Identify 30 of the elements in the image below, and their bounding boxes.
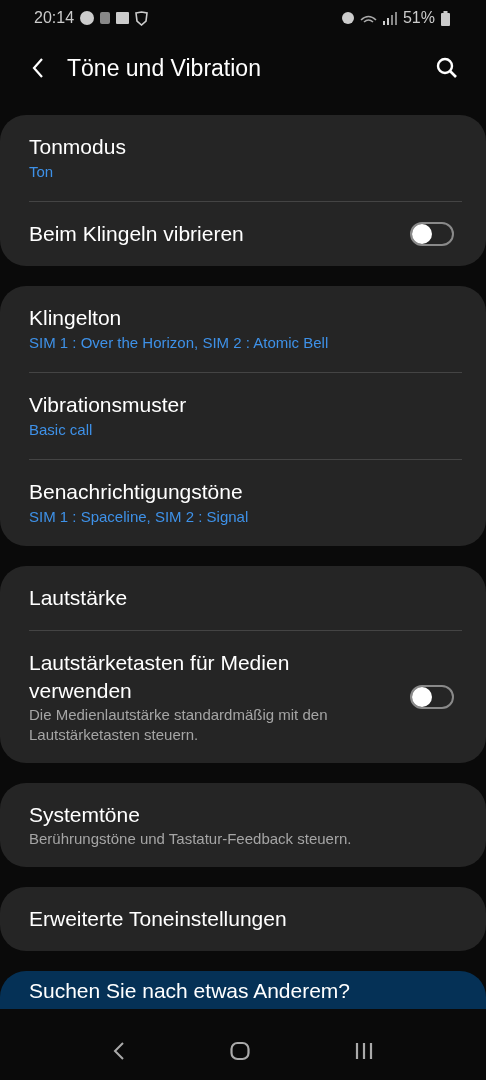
shield-icon [135,10,149,26]
setting-title[interactable]: Benachrichtigungstöne [29,478,434,506]
wifi-icon [359,13,377,23]
setting-title[interactable]: Beim Klingeln vibrieren [29,220,390,248]
back-icon[interactable] [112,1041,125,1061]
status-time: 20:14 [34,9,75,27]
back-icon[interactable] [31,57,45,79]
setting-value: Basic call [29,420,94,440]
setting-title[interactable]: Lautstärketasten für Medien verwenden [29,649,390,705]
toggle-switch[interactable] [410,685,454,709]
setting-title[interactable]: Systemtöne [29,801,434,829]
setting-value: SIM 1 : Over the Horizon, SIM 2 : Atomic Bell [29,333,330,353]
setting-value: SIM 1 : Spaceline, SIM 2 : Signal [29,507,250,527]
suggestion-title: Suchen Sie nach etwas Anderem? [29,978,352,1004]
setting-value: Ton [29,162,55,182]
page-title: Töne und Vibration [67,54,261,82]
search-icon[interactable] [436,57,458,79]
setting-title[interactable]: Vibrationsmuster [29,391,434,419]
setting-description: Berührungstöne und Tastatur-Feedback steuern. [29,829,353,849]
setting-title[interactable]: Tonmodus [29,133,434,161]
home-icon[interactable] [230,1041,250,1061]
signal-icon [382,11,397,25]
setting-title[interactable]: Lautstärke [29,584,434,612]
battery-percentage: 51% [402,9,435,27]
toggle-switch[interactable] [410,222,454,246]
setting-title[interactable]: Klingelton [29,304,434,332]
recents-icon[interactable] [355,1042,374,1060]
setting-description: Die Medienlautstärke standardmäßig mit den Lautstärketasten steuern. [29,705,329,745]
setting-title[interactable]: Erweiterte Toneinstellungen [29,905,434,933]
battery-icon [441,10,450,26]
